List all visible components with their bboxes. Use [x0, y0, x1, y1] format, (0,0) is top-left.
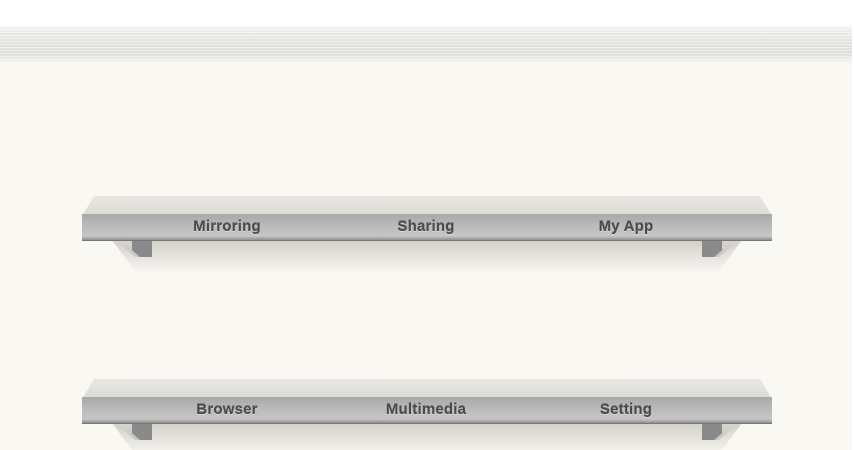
shelf-bracket-left [110, 423, 152, 443]
shelf-bracket-right [702, 240, 744, 260]
shelf-bracket-right [702, 423, 744, 443]
shelf-surface [82, 379, 772, 399]
app-screen: Mirroring Sharing My App Browser Multime… [0, 0, 854, 450]
menu-item-sharing[interactable]: Sharing [326, 215, 526, 239]
shelf-bracket-left [110, 240, 152, 260]
shelf-shadow [112, 240, 742, 274]
menu-item-multimedia[interactable]: Multimedia [326, 398, 526, 422]
shelf-top-row: Mirroring Sharing My App [82, 196, 772, 276]
shelf-shadow [112, 423, 742, 450]
menu-item-setting[interactable]: Setting [526, 398, 726, 422]
menu-item-mirroring[interactable]: Mirroring [127, 215, 327, 239]
header-bar [0, 0, 854, 62]
shelf-bottom-row: Browser Multimedia Setting [82, 379, 772, 450]
menu-item-my-app[interactable]: My App [526, 215, 726, 239]
shelf-surface [82, 196, 772, 216]
header-texture [0, 26, 854, 58]
menu-item-browser[interactable]: Browser [127, 398, 327, 422]
